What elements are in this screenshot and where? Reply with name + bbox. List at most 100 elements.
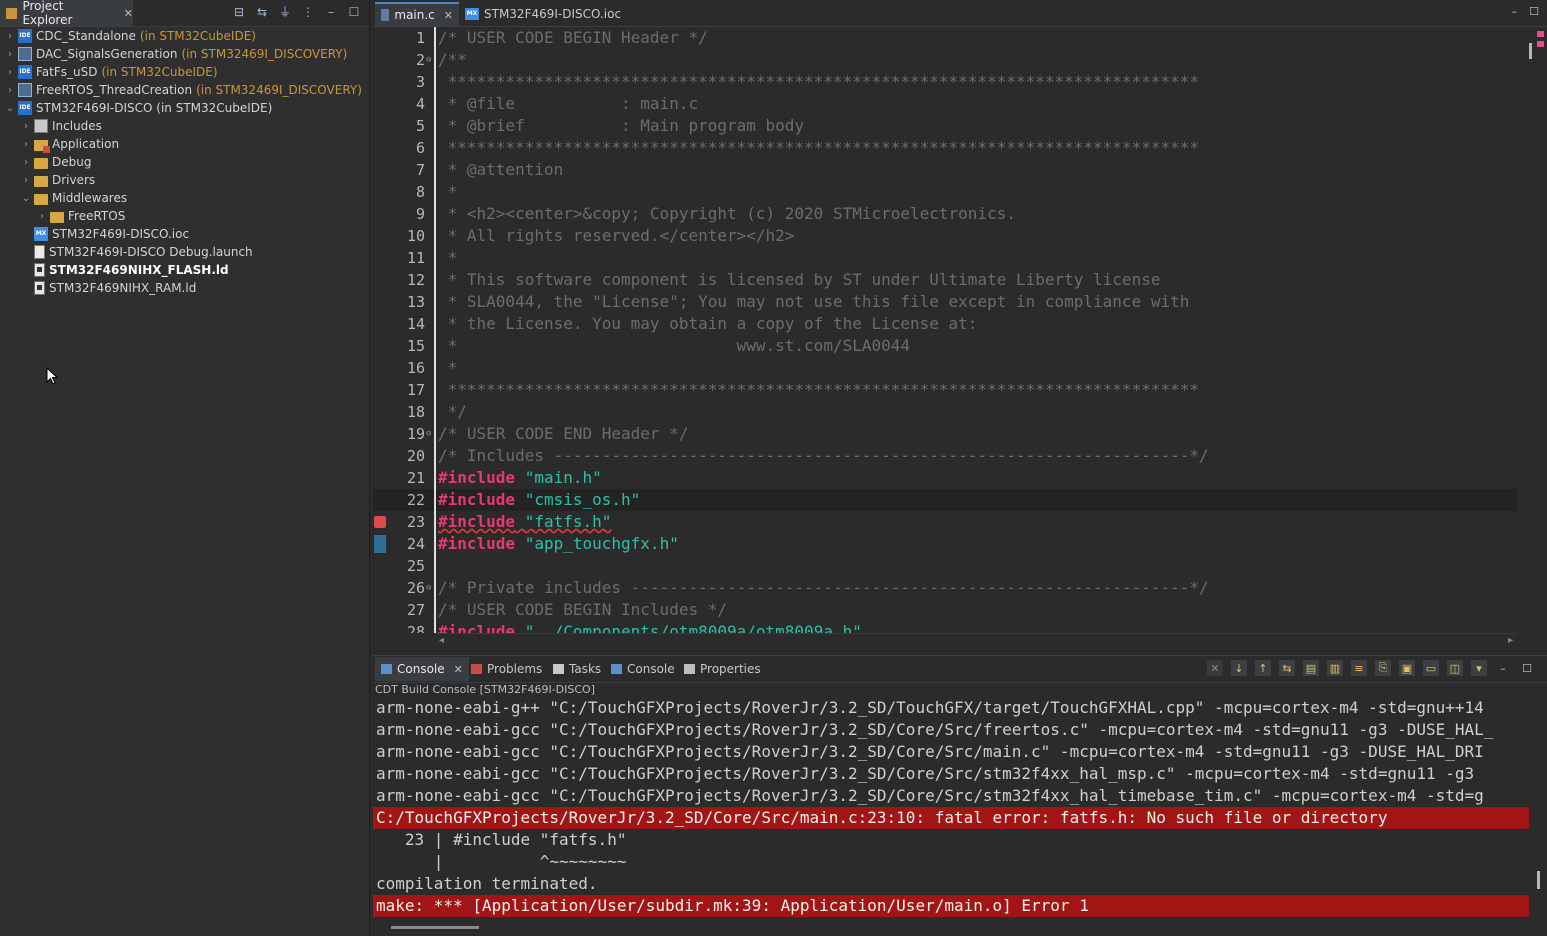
code-line[interactable]: 14 * the License. You may obtain a copy …	[373, 313, 1517, 335]
console-vertical-scrollbar[interactable]	[1529, 697, 1547, 919]
tree-item[interactable]: MX STM32F469I-DISCO.ioc	[0, 225, 369, 243]
code-line[interactable]: 3 **************************************…	[373, 71, 1517, 93]
code-line[interactable]: 1 /* USER CODE BEGIN Header */	[373, 27, 1517, 49]
tree-item[interactable]: ⌄ Middlewares	[0, 189, 369, 207]
code-line[interactable]: 21 #include "main.h"	[373, 467, 1517, 489]
code-line[interactable]: 15 * www.st.com/SLA0044	[373, 335, 1517, 357]
word-wrap-icon[interactable]: ≡	[1351, 660, 1367, 676]
display-console-icon[interactable]: ▭	[1423, 660, 1439, 676]
expand-arrow-icon[interactable]: ›	[4, 31, 16, 42]
code-line[interactable]: 9 * <h2><center>&copy; Copyright (c) 202…	[373, 203, 1517, 225]
code-line[interactable]: 23 #include "fatfs.h"	[373, 511, 1517, 533]
code-line[interactable]: 10 * All rights reserved.</center></h2>	[373, 225, 1517, 247]
close-icon[interactable]: ✕	[124, 7, 133, 20]
maximize-icon[interactable]: ☐	[347, 5, 361, 19]
tree-item[interactable]: STM32F469I-DISCO Debug.launch	[0, 243, 369, 261]
overview-error-marker[interactable]	[1537, 31, 1544, 37]
code-line[interactable]: 27 /* USER CODE BEGIN Includes */	[373, 599, 1517, 621]
tab-tasks[interactable]: Tasks	[547, 657, 607, 681]
tab-project-explorer[interactable]: Project Explorer ✕	[0, 0, 133, 27]
tree-item[interactable]: › FreeRTOS	[0, 207, 369, 225]
scroll-left-icon[interactable]: ◂	[439, 635, 444, 646]
code-line[interactable]: 2 ⊖/**	[373, 49, 1517, 71]
tab-ioc[interactable]: MX STM32F469I-DISCO.ioc	[459, 2, 627, 26]
tree-item[interactable]: › Application	[0, 135, 369, 153]
code-line[interactable]: 28 #include "../Components/otm8009a/otm80…	[373, 621, 1517, 633]
tab-problems[interactable]: Problems	[465, 657, 548, 681]
code-line[interactable]: 16 *	[373, 357, 1517, 379]
minimize-icon[interactable]: –	[1495, 660, 1511, 676]
tree-item[interactable]: › Includes	[0, 117, 369, 135]
tree-item[interactable]: › DAC_SignalsGeneration (in STM32469I_DISC…	[0, 45, 369, 63]
fold-toggle-icon[interactable]: ⊖	[426, 577, 431, 599]
tab-console[interactable]: Console ✕	[375, 657, 469, 681]
code-line[interactable]: 18 */	[373, 401, 1517, 423]
minimize-icon[interactable]: –	[324, 5, 338, 19]
expand-arrow-icon[interactable]: ›	[4, 49, 16, 60]
scroll-down-icon[interactable]: ↓	[1231, 660, 1247, 676]
minimize-icon[interactable]: –	[1512, 5, 1518, 18]
tree-item[interactable]: › IDE CDC_Standalone (in STM32CubeIDE)	[0, 27, 369, 45]
close-icon[interactable]: ✕	[454, 663, 463, 676]
new-console-icon[interactable]: ◫	[1447, 660, 1463, 676]
collapse-arrow-icon[interactable]: ⌄	[20, 193, 32, 204]
editor-vertical-scrollbar[interactable]	[1517, 27, 1547, 633]
code-line[interactable]: 4 * @file : main.c	[373, 93, 1517, 115]
fold-toggle-icon[interactable]: ⊖	[426, 49, 431, 71]
open-console-icon[interactable]: ▾	[1471, 660, 1487, 676]
scroll-lock-icon[interactable]: ⇆	[1279, 660, 1295, 676]
code-line[interactable]: 19 ⊖/* USER CODE END Header */	[373, 423, 1517, 445]
maximize-icon[interactable]: ☐	[1519, 660, 1535, 676]
copy-icon[interactable]: ⎘	[1375, 660, 1391, 676]
expand-arrow-icon[interactable]: ›	[20, 121, 32, 132]
link-with-editor-icon[interactable]: ⇆	[255, 5, 269, 19]
filter-icon[interactable]: ⏚	[278, 5, 292, 19]
tree-item[interactable]: › Debug	[0, 153, 369, 171]
code-line[interactable]: 6 **************************************…	[373, 137, 1517, 159]
maximize-icon[interactable]: ☐	[1529, 5, 1539, 18]
code-line[interactable]: 20 /* Includes --------------------------…	[373, 445, 1517, 467]
tab-properties[interactable]: Properties	[678, 657, 767, 681]
console-output[interactable]: arm-none-eabi-g++ "C:/TouchGFXProjects/R…	[373, 697, 1529, 919]
expand-arrow-icon[interactable]: ›	[36, 211, 48, 222]
overview-error-marker[interactable]	[1537, 41, 1544, 47]
tree-item[interactable]: ⌄ IDE STM32F469I-DISCO (in STM32CubeIDE)	[0, 99, 369, 117]
pin-console-icon[interactable]: ▣	[1399, 660, 1415, 676]
clear-console-icon[interactable]: ✕	[1207, 660, 1223, 676]
tree-item[interactable]: › FreeRTOS_ThreadCreation (in STM32469I_DI…	[0, 81, 369, 99]
collapse-arrow-icon[interactable]: ⌄	[4, 103, 16, 114]
code-line[interactable]: 13 * SLA0044, the "License"; You may not…	[373, 291, 1517, 313]
scroll-thumb[interactable]	[1529, 43, 1532, 59]
show-on-output-icon[interactable]: ▤	[1303, 660, 1319, 676]
close-icon[interactable]: ✕	[444, 9, 453, 22]
tab-main-c[interactable]: main.c ✕	[375, 2, 459, 26]
code-line[interactable]: 17 *************************************…	[373, 379, 1517, 401]
console-horizontal-scrollbar[interactable]	[373, 919, 1529, 936]
code-area[interactable]: 1/* USER CODE BEGIN Header */2 ⊖/** 3 ****…	[373, 27, 1517, 633]
collapse-all-icon[interactable]: ⊟	[232, 5, 246, 19]
view-menu-icon[interactable]: ⋮	[301, 5, 315, 19]
expand-arrow-icon[interactable]: ›	[20, 139, 32, 150]
editor-horizontal-scrollbar[interactable]: ◂ ▸	[435, 633, 1517, 651]
code-line[interactable]: 7 * @attention	[373, 159, 1517, 181]
scroll-up-icon[interactable]: ↑	[1255, 660, 1271, 676]
expand-arrow-icon[interactable]: ›	[20, 157, 32, 168]
tree-item[interactable]: STM32F469NIHX_RAM.ld	[0, 279, 369, 297]
code-line[interactable]: 5 * @brief : Main program body	[373, 115, 1517, 137]
scroll-thumb[interactable]	[1537, 871, 1540, 889]
show-on-error-icon[interactable]: ▥	[1327, 660, 1343, 676]
code-line[interactable]: 26 ⊖/* Private includes -----------------…	[373, 577, 1517, 599]
code-line[interactable]: 25	[373, 555, 1517, 577]
code-line[interactable]: 11 *	[373, 247, 1517, 269]
code-line[interactable]: 22 #include "cmsis_os.h"	[373, 489, 1517, 511]
expand-arrow-icon[interactable]: ›	[4, 85, 16, 96]
expand-arrow-icon[interactable]: ›	[4, 67, 16, 78]
tree-item[interactable]: › IDE FatFs_uSD (in STM32CubeIDE)	[0, 63, 369, 81]
tab-console[interactable]: Console	[605, 657, 681, 681]
tree-item[interactable]: STM32F469NIHX_FLASH.ld	[0, 261, 369, 279]
scroll-right-icon[interactable]: ▸	[1508, 635, 1513, 646]
code-line[interactable]: 24 #include "app_touchgfx.h"	[373, 533, 1517, 555]
expand-arrow-icon[interactable]: ›	[20, 175, 32, 186]
code-line[interactable]: 8 *	[373, 181, 1517, 203]
fold-toggle-icon[interactable]: ⊖	[426, 423, 431, 445]
